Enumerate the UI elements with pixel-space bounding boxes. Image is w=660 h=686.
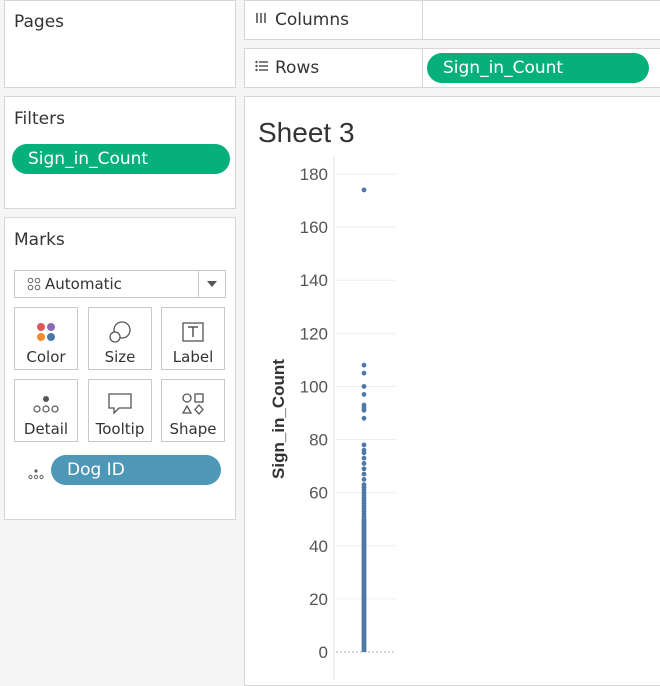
mark-type-dropdown[interactable]: Automatic bbox=[14, 270, 226, 298]
filters-title: Filters bbox=[14, 109, 65, 129]
data-point[interactable] bbox=[361, 407, 367, 413]
data-point[interactable] bbox=[361, 187, 367, 193]
data-point[interactable] bbox=[361, 370, 367, 376]
color-icon bbox=[35, 317, 57, 347]
pages-card[interactable]: Pages bbox=[4, 0, 236, 88]
data-point[interactable] bbox=[361, 442, 367, 448]
data-point[interactable] bbox=[361, 461, 367, 466]
data-point[interactable] bbox=[361, 415, 367, 421]
rows-icon bbox=[255, 60, 275, 76]
detail-button[interactable]: Detail bbox=[14, 379, 78, 442]
data-point[interactable] bbox=[361, 450, 367, 456]
y-tick-label: 120 bbox=[300, 324, 328, 343]
label-button[interactable]: Label bbox=[161, 307, 225, 370]
detail-icon bbox=[33, 389, 59, 419]
size-button[interactable]: Size bbox=[88, 307, 152, 370]
tooltip-icon bbox=[108, 389, 132, 419]
tooltip-label: Tooltip bbox=[95, 420, 145, 438]
y-tick-label: 60 bbox=[309, 484, 328, 503]
data-point[interactable] bbox=[361, 471, 367, 477]
y-tick-label: 20 bbox=[309, 590, 328, 609]
columns-label: Columns bbox=[275, 10, 349, 30]
shape-icon bbox=[181, 389, 205, 419]
rows-shelf[interactable]: Rows Sign_in_Count bbox=[244, 48, 660, 88]
tooltip-button[interactable]: Tooltip bbox=[88, 379, 152, 442]
y-tick-label: 80 bbox=[309, 431, 328, 450]
filters-card[interactable]: Filters Sign_in_Count bbox=[4, 96, 236, 209]
color-button[interactable]: Color bbox=[14, 307, 78, 370]
rows-shelf-label: Rows bbox=[245, 49, 423, 87]
columns-shelf[interactable]: Columns bbox=[244, 0, 660, 40]
data-point[interactable] bbox=[361, 466, 367, 472]
y-axis-label: Sign_in_Count bbox=[269, 359, 288, 479]
data-point[interactable] bbox=[361, 516, 367, 522]
size-label: Size bbox=[104, 348, 136, 366]
filter-pill-sign-in-count[interactable]: Sign_in_Count bbox=[12, 144, 230, 174]
data-point[interactable] bbox=[361, 362, 367, 368]
marks-title: Marks bbox=[14, 230, 65, 250]
dog-id-pill[interactable]: Dog ID bbox=[51, 455, 221, 485]
data-point[interactable] bbox=[361, 455, 367, 461]
shape-button[interactable]: Shape bbox=[161, 379, 225, 442]
columns-shelf-label: Columns bbox=[245, 1, 423, 39]
detail-field-icon bbox=[28, 465, 44, 484]
y-tick-label: 0 bbox=[319, 643, 328, 662]
automatic-marks-icon bbox=[27, 277, 41, 291]
y-tick-label: 180 bbox=[300, 165, 328, 184]
scatter-chart: Sign_in_Count 0 20 40 60 80 100 120 140 160 180 bbox=[269, 156, 396, 680]
data-point[interactable] bbox=[361, 476, 367, 482]
data-point[interactable] bbox=[361, 384, 367, 389]
y-tick-label: 140 bbox=[300, 271, 328, 290]
y-tick-label: 100 bbox=[300, 377, 328, 396]
marks-card: Marks Automatic Color Size Label Detail … bbox=[4, 217, 236, 520]
mark-type-value: Automatic bbox=[45, 275, 122, 293]
rows-pill-sign-in-count[interactable]: Sign_in_Count bbox=[427, 53, 649, 83]
label-label: Label bbox=[172, 348, 214, 366]
y-tick-label: 40 bbox=[309, 537, 328, 556]
shape-label: Shape bbox=[169, 420, 217, 438]
chevron-down-icon[interactable] bbox=[198, 271, 225, 297]
y-tick-label: 160 bbox=[300, 218, 328, 237]
color-label: Color bbox=[26, 348, 66, 366]
data-point[interactable] bbox=[361, 392, 367, 397]
data-point-cluster[interactable] bbox=[361, 519, 367, 652]
size-icon bbox=[108, 317, 132, 347]
pages-title: Pages bbox=[14, 12, 65, 32]
rows-label: Rows bbox=[275, 58, 320, 78]
columns-icon bbox=[255, 12, 275, 28]
label-icon bbox=[182, 317, 204, 347]
detail-label: Detail bbox=[23, 420, 69, 438]
